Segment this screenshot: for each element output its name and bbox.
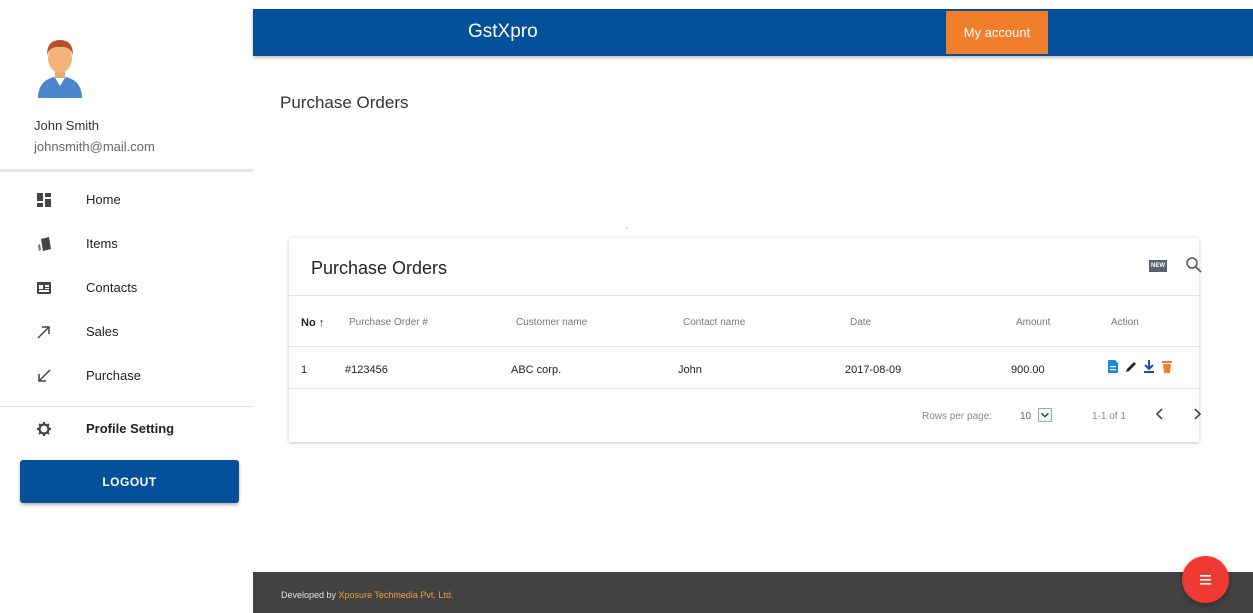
cell-purchase-order: #123456	[345, 364, 388, 376]
cell-amount: 900.00	[1011, 364, 1045, 376]
column-header-date[interactable]: Date	[850, 317, 871, 328]
user-avatar-icon	[38, 40, 82, 98]
items-icon	[36, 236, 52, 252]
sidebar-item-label: Items	[86, 236, 118, 251]
new-icon[interactable]: NEW	[1149, 260, 1167, 272]
app-title: GstXpro	[468, 21, 538, 42]
app-header: GstXpro My account	[253, 9, 1253, 56]
rows-per-page-value[interactable]: 10	[1020, 411, 1031, 422]
cell-customer-name: ABC corp.	[511, 364, 562, 376]
sidebar-item-purchase[interactable]: Purchase	[0, 356, 253, 396]
my-account-button[interactable]: My account	[946, 11, 1048, 54]
column-header-purchase-order[interactable]: Purchase Order #	[349, 317, 428, 328]
chevron-right-icon[interactable]	[1190, 406, 1204, 422]
sidebar-item-sales[interactable]: Sales	[0, 312, 253, 352]
column-header-action: Action	[1111, 317, 1139, 328]
user-email: johnsmith@mail.com	[34, 139, 155, 154]
footer-company-link[interactable]: Xposure Techmedia Pvt. Ltd.	[339, 590, 454, 600]
search-icon[interactable]	[1185, 256, 1203, 274]
cell-no: 1	[301, 364, 308, 376]
rows-per-page-label: Rows per page:	[922, 411, 993, 422]
sidebar-item-items[interactable]: Items	[0, 224, 253, 264]
cell-contact-name: John	[678, 364, 702, 376]
decorative-dot	[626, 227, 628, 229]
purchase-orders-card: Purchase Orders NEW No ↑ Purchase Order …	[289, 238, 1202, 442]
sidebar-item-label: Profile Setting	[86, 421, 175, 436]
sidebar-divider	[0, 406, 253, 407]
sidebar: John Smith johnsmith@mail.com Home Items…	[0, 0, 253, 613]
download-icon[interactable]	[1143, 360, 1155, 373]
column-header-amount[interactable]: Amount	[1016, 317, 1050, 328]
row-actions	[1107, 360, 1177, 374]
sidebar-item-label: Sales	[86, 324, 119, 339]
divider	[289, 346, 1199, 347]
delete-trash-icon[interactable]	[1161, 360, 1173, 373]
sort-arrow-up-icon: ↑	[318, 317, 325, 329]
footer: Developed by Xposure Techmedia Pvt. Ltd.	[253, 572, 1253, 613]
user-name: John Smith	[34, 118, 100, 133]
card-title: Purchase Orders	[311, 258, 448, 278]
document-icon[interactable]	[1107, 360, 1119, 373]
user-profile: John Smith johnsmith@mail.com	[0, 0, 253, 172]
cell-date: 2017-08-09	[845, 364, 902, 376]
contact-card-icon	[36, 280, 52, 296]
footer-prefix: Developed by	[281, 590, 339, 600]
column-header-no[interactable]: No ↑	[301, 317, 324, 329]
sidebar-item-contacts[interactable]: Contacts	[0, 268, 253, 308]
chevron-down-icon[interactable]	[1038, 408, 1052, 422]
edit-pencil-icon[interactable]	[1125, 360, 1137, 373]
logout-button[interactable]: LOGOUT	[20, 460, 239, 503]
menu-icon	[1200, 575, 1211, 585]
dashboard-icon	[36, 192, 52, 208]
sidebar-item-home[interactable]: Home	[0, 180, 253, 220]
column-header-customer-name[interactable]: Customer name	[516, 317, 587, 328]
floating-menu-button[interactable]	[1182, 556, 1229, 603]
arrow-up-right-icon	[36, 324, 52, 340]
divider	[289, 295, 1199, 296]
column-header-contact-name[interactable]: Contact name	[683, 317, 745, 328]
chevron-left-icon[interactable]	[1153, 406, 1167, 422]
column-header-label: No	[301, 317, 316, 329]
sidebar-item-profile-setting[interactable]: Profile Setting	[0, 409, 253, 449]
gear-icon	[36, 421, 52, 437]
app-window: John Smith johnsmith@mail.com Home Items…	[0, 0, 1253, 613]
footer-credit: Developed by Xposure Techmedia Pvt. Ltd.	[281, 590, 453, 600]
sidebar-item-label: Purchase	[86, 368, 141, 383]
sidebar-item-label: Home	[86, 192, 121, 207]
arrow-down-left-icon	[36, 368, 52, 384]
sidebar-item-label: Contacts	[86, 280, 138, 295]
pagination-range: 1-1 of 1	[1092, 411, 1126, 422]
divider	[289, 388, 1199, 389]
page-title: Purchase Orders	[280, 93, 409, 112]
